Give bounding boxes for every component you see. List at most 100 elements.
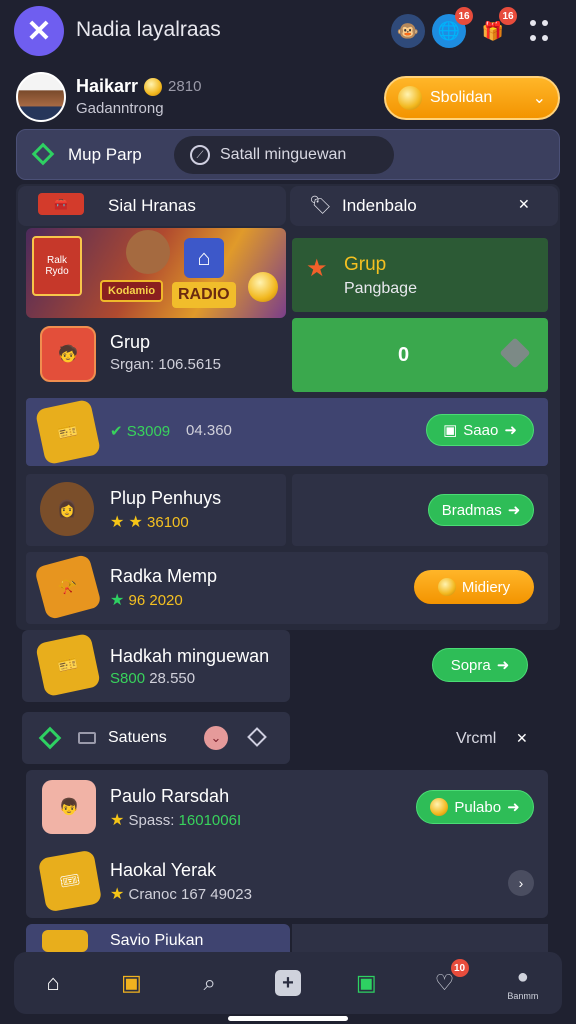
compass-icon: ⟋ bbox=[190, 145, 210, 165]
ticket-icon: 🎫 bbox=[34, 398, 102, 466]
row-title: Paulo Rarsdah bbox=[110, 786, 230, 806]
row-title: Savio Piukan bbox=[110, 932, 204, 949]
game-thumbnail: 🧒 bbox=[40, 326, 96, 382]
arrow-right-icon: ➜ bbox=[507, 502, 521, 519]
list-item[interactable]: 👩 Plup Penhuys ★ ★ 36100 bbox=[26, 474, 286, 546]
avatar[interactable] bbox=[16, 72, 66, 122]
counter-card[interactable]: 0 bbox=[292, 318, 548, 392]
list-item-action bbox=[292, 924, 548, 952]
list-item[interactable]: 🎫 Hadkah minguewan S800 28.550 bbox=[22, 630, 290, 702]
notification-badge: 16 bbox=[499, 7, 517, 25]
row-meta: Srgan: 106.5615 bbox=[110, 356, 221, 373]
ticket-icon: 🎫 bbox=[34, 632, 102, 698]
banner-sign-left: Kodamio bbox=[100, 280, 164, 302]
coin-icon bbox=[437, 578, 456, 596]
promo-banner[interactable]: Ralk Rydo ⌂ Kodamio RADIO bbox=[26, 228, 286, 318]
list-item[interactable]: 🧒 Grup Srgan: 106.5615 bbox=[26, 318, 286, 394]
row-title: Hadkah minguewan bbox=[110, 646, 270, 666]
row-action-button[interactable]: Midiery bbox=[414, 570, 534, 604]
row-title: Radka Memp bbox=[110, 566, 218, 586]
tag-icon: 🏷 bbox=[309, 195, 332, 215]
home-icon[interactable]: ⌂ bbox=[23, 953, 83, 1013]
coin-icon bbox=[144, 77, 163, 96]
section-label: Satuens bbox=[108, 729, 167, 746]
row-meta-prefix: ✔ S3009 bbox=[110, 423, 171, 440]
promo-card-subtitle: Pangbage bbox=[344, 280, 417, 297]
section-label: Mup Parp bbox=[68, 145, 142, 164]
star-icon: ★ bbox=[306, 255, 328, 282]
banner-sign-right: RADIO bbox=[172, 282, 236, 308]
list-item[interactable]: 🎟 Haokal Yerak ★ Cranoc 167 49023 › bbox=[26, 846, 548, 918]
profile-action-label: Sbolidan bbox=[430, 89, 493, 106]
search-input[interactable]: ⟋ Satall minguewan bbox=[174, 136, 394, 174]
profile-icon[interactable]: ● Banmm bbox=[493, 953, 553, 1013]
row-meta: ★ Spass: 1601006I bbox=[110, 812, 242, 829]
profile-nav-label: Banmm bbox=[507, 990, 539, 1001]
row-title: Grup bbox=[110, 332, 151, 352]
chevron-right-icon[interactable]: › bbox=[508, 870, 534, 896]
menu-grid-icon[interactable] bbox=[530, 20, 556, 46]
row-action-label: Midiery bbox=[461, 578, 511, 596]
shop-icon[interactable]: ▣ bbox=[101, 953, 161, 1013]
counter-value: 0 bbox=[398, 344, 410, 366]
avatar: 👩 bbox=[40, 482, 94, 536]
list-item-action: Bradmas ➜ bbox=[292, 474, 548, 546]
diamond-outline-icon bbox=[247, 727, 267, 747]
collapse-icon[interactable]: ✕ bbox=[518, 196, 530, 213]
list-item[interactable]: 📯 Radka Memp ★ 96 2020 Midiery bbox=[26, 552, 548, 624]
list-item[interactable]: 👦 Paulo Rarsdah ★ Spass: 1601006I Pulabo… bbox=[26, 770, 548, 844]
person-icon: ● bbox=[516, 965, 529, 988]
arrow-right-icon: ➜ bbox=[504, 422, 517, 439]
row-meta: ★ ★ 36100 bbox=[110, 514, 189, 531]
notification-badge: 16 bbox=[455, 7, 473, 25]
globe-icon[interactable]: 🌐 16 bbox=[432, 7, 473, 48]
row-meta: ★ 96 2020 bbox=[110, 592, 183, 609]
character-icon[interactable]: 🐵 bbox=[391, 14, 425, 48]
profile-name: Haikarr bbox=[76, 76, 139, 96]
ticket-icon: 🎟 bbox=[37, 849, 103, 913]
row-title: Plup Penhuys bbox=[110, 488, 222, 508]
add-icon[interactable]: + bbox=[258, 953, 318, 1013]
bag-icon[interactable]: ▣ bbox=[336, 953, 396, 1013]
row-action-button[interactable]: ▣ Saao ➜ bbox=[426, 414, 534, 446]
app-title: Nadia layalraas bbox=[76, 18, 221, 41]
gift-chest-icon[interactable]: 🎁 16 bbox=[476, 7, 517, 48]
message-icon bbox=[78, 732, 96, 744]
close-button[interactable]: ✕ bbox=[14, 6, 64, 56]
arrow-right-icon: ➜ bbox=[496, 657, 510, 674]
coin-icon bbox=[430, 798, 449, 816]
coin-icon bbox=[248, 272, 278, 302]
search-icon[interactable]: ⌕ bbox=[180, 953, 240, 1013]
row-meta: ★ Cranoc 167 49023 bbox=[110, 886, 252, 903]
row-action-label: Pulabo bbox=[454, 798, 502, 816]
star-icon: ★ bbox=[110, 514, 125, 531]
row-action-button[interactable]: Sopra ➜ bbox=[432, 648, 528, 682]
row-action-label: Sopra bbox=[450, 656, 491, 674]
chevron-down-icon: ⌄ bbox=[532, 90, 546, 107]
section-right-label: Vrcml bbox=[456, 730, 497, 747]
list-item[interactable]: Savio Piukan bbox=[26, 924, 290, 952]
banner-tag-bottom: Rydo bbox=[45, 266, 69, 277]
chevron-down-icon[interactable]: ⌄ bbox=[204, 726, 228, 750]
row-action-label: Saao bbox=[463, 421, 499, 439]
tag-icon bbox=[499, 337, 531, 369]
list-item-highlighted[interactable]: 🎫 ✔ S3009 04.360 ▣ Saao ➜ bbox=[26, 398, 548, 466]
row-meta: S800 28.550 bbox=[110, 670, 196, 687]
home-indicator bbox=[228, 1016, 348, 1021]
coin-icon bbox=[398, 86, 422, 110]
ticket-icon: ▣ bbox=[443, 422, 458, 439]
notification-badge: 10 bbox=[450, 959, 469, 977]
row-action-button[interactable]: Bradmas ➜ bbox=[428, 494, 534, 526]
promo-card[interactable]: ★ Grup Pangbage bbox=[292, 238, 548, 312]
profile-action-button[interactable]: Sbolidan ⌄ bbox=[384, 76, 560, 120]
profile-level: 2810 bbox=[168, 78, 202, 95]
collapse-icon[interactable]: ✕ bbox=[516, 730, 528, 747]
row-meta: 04.360 bbox=[186, 422, 232, 439]
heart-icon[interactable]: ♡ 10 bbox=[415, 953, 475, 1013]
star-icon: ★ bbox=[110, 592, 125, 609]
section-header[interactable]: Satuens ⌄ bbox=[22, 712, 290, 764]
tab-left-label: Sial Hranas bbox=[108, 196, 196, 215]
row-action-button[interactable]: Pulabo ➜ bbox=[416, 790, 534, 824]
chest-icon: 🧰 bbox=[38, 193, 84, 215]
promo-card-title: Grup bbox=[344, 254, 387, 275]
